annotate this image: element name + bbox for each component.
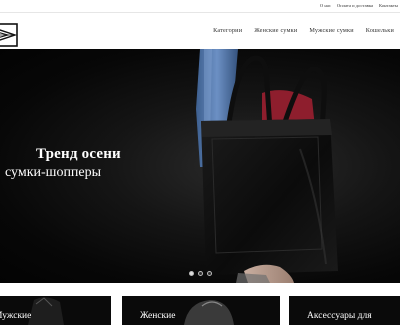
slider-dot-1[interactable]	[189, 271, 194, 276]
slider-dot-2[interactable]	[198, 271, 203, 276]
category-tile-womens[interactable]: Женские	[122, 296, 280, 325]
top-link-payment-delivery[interactable]: Оплата и доставка	[337, 3, 373, 8]
nav-item-wallets[interactable]: Кошельки	[366, 27, 394, 34]
tile-label-accessories: Аксессуары для	[307, 311, 372, 321]
hero-title: Тренд осени	[36, 146, 121, 162]
brand-logo-icon[interactable]	[0, 23, 18, 47]
hero-subtitle: сумки-шопперы	[5, 165, 102, 180]
category-tile-mens[interactable]: Мужские	[0, 296, 111, 325]
top-utility-bar: О нас Оплата и доставка Контакты	[0, 0, 400, 13]
top-link-about[interactable]: О нас	[320, 3, 331, 8]
nav-item-womens-bags[interactable]: Женские сумки	[254, 27, 297, 34]
nav-item-mens-bags[interactable]: Мужские сумки	[309, 27, 353, 34]
top-link-contacts[interactable]: Контакты	[379, 3, 398, 8]
hero-slider[interactable]: Тренд осени сумки-шопперы	[0, 49, 400, 283]
site-header: Категории Женские сумки Мужские сумки Ко…	[0, 13, 400, 49]
nav-item-categories[interactable]: Категории	[213, 27, 242, 34]
slider-dots	[189, 271, 212, 276]
top-links: О нас Оплата и доставка Контакты	[320, 3, 398, 8]
main-nav: Категории Женские сумки Мужские сумки Ко…	[213, 27, 394, 34]
tile-label-womens: Женские	[140, 311, 176, 321]
tile-label-mens: Мужские	[0, 311, 32, 321]
slider-dot-3[interactable]	[207, 271, 212, 276]
category-tile-accessories[interactable]: Аксессуары для	[289, 296, 400, 325]
